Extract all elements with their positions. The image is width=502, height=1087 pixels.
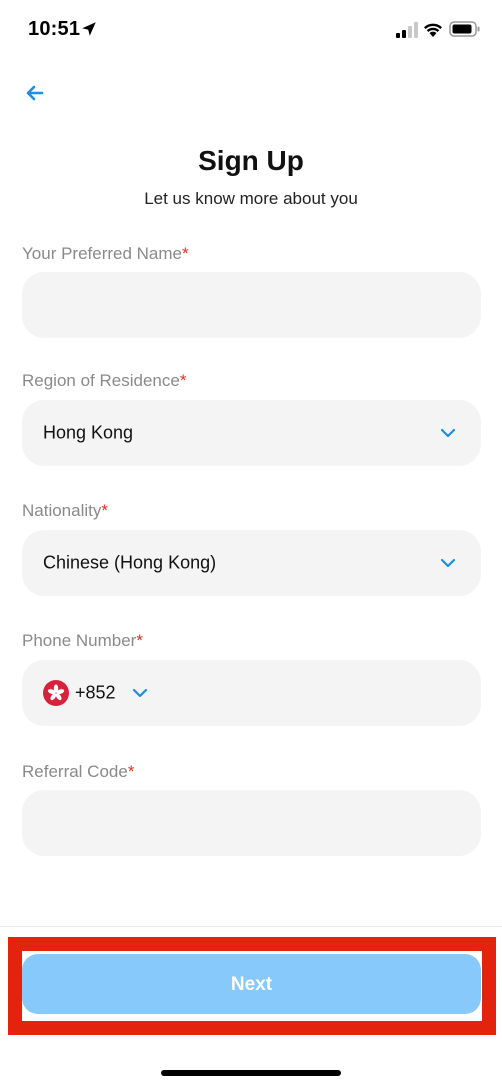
chevron-down-icon <box>440 428 456 438</box>
battery-icon <box>449 21 480 37</box>
status-time: 10:51 <box>28 18 81 40</box>
required-marker: * <box>101 501 108 520</box>
preferred-name-label: Your Preferred Name* <box>22 244 189 264</box>
page-title: Sign Up <box>198 145 304 176</box>
page-subtitle: Let us know more about you <box>144 189 358 208</box>
chevron-down-icon <box>440 558 456 568</box>
phone-label: Phone Number* <box>22 631 143 651</box>
region-label: Region of Residence* <box>22 371 186 391</box>
dial-code[interactable]: +852 <box>75 683 116 704</box>
nationality-select[interactable]: Chinese (Hong Kong) <box>22 530 481 596</box>
region-select[interactable]: Hong Kong <box>22 400 481 466</box>
back-arrow-icon[interactable] <box>20 78 50 108</box>
status-bar: 10:51 <box>0 0 502 62</box>
required-marker: * <box>127 762 135 781</box>
bauhinia-icon <box>47 684 65 701</box>
footer-divider <box>0 926 502 927</box>
cellular-signal-icon <box>396 22 418 38</box>
location-arrow-icon <box>82 22 96 36</box>
home-indicator <box>161 1070 341 1076</box>
wifi-icon <box>424 23 442 37</box>
nationality-label: Nationality* <box>22 501 108 521</box>
phone-label-text: Phone Number <box>22 631 137 650</box>
nationality-label-text: Nationality <box>22 501 102 520</box>
region-value: Hong Kong <box>43 422 134 443</box>
required-marker: * <box>182 244 189 263</box>
referral-code-label-text: Referral Code <box>22 762 128 781</box>
phone-number-input[interactable]: +852 <box>22 660 481 726</box>
preferred-name-input[interactable] <box>22 272 481 338</box>
nationality-value: Chinese (Hong Kong) <box>43 552 217 573</box>
next-button[interactable]: Next <box>22 954 481 1014</box>
required-marker: * <box>136 631 143 650</box>
hong-kong-flag-icon[interactable] <box>43 680 69 706</box>
referral-code-input[interactable] <box>22 790 481 856</box>
referral-code-label: Referral Code* <box>22 762 134 782</box>
signup-screen: 10:51 Sign Up Let us know more about you… <box>0 0 502 1087</box>
required-marker: * <box>179 371 187 390</box>
chevron-down-icon[interactable] <box>131 684 149 702</box>
preferred-name-label-text: Your Preferred Name <box>22 244 183 263</box>
region-label-text: Region of Residence <box>22 371 180 390</box>
